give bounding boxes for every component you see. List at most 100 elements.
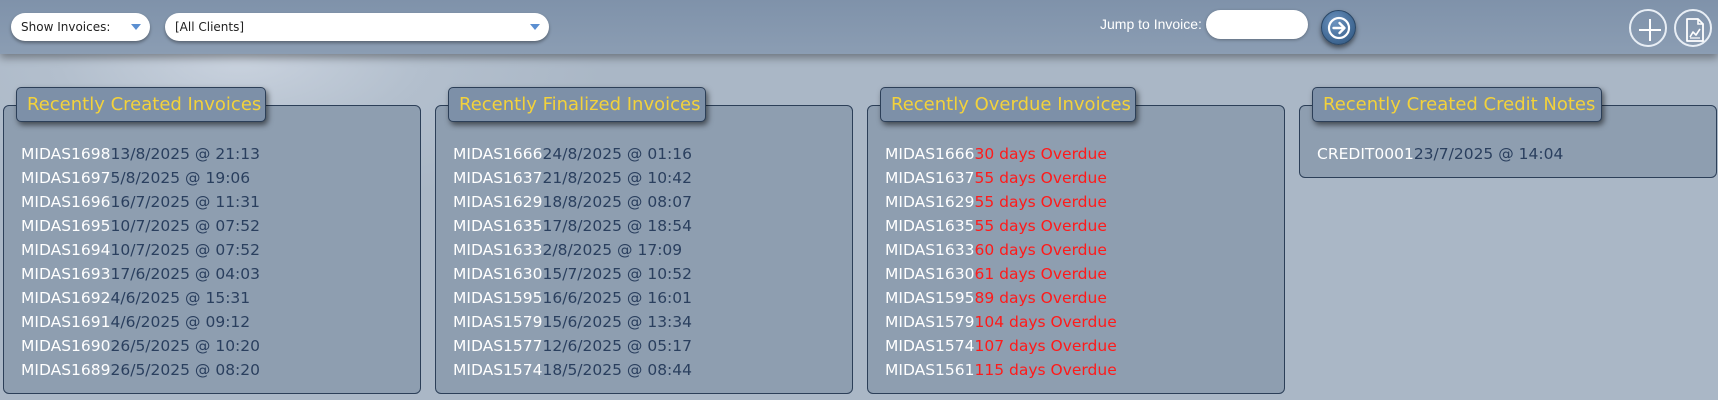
arrow-right-circle-icon xyxy=(1327,16,1351,40)
list-item: MIDAS162955 days Overdue xyxy=(885,190,1117,214)
go-button[interactable] xyxy=(1321,10,1356,45)
invoice-date: 2/8/2025 @ 17:09 xyxy=(542,241,683,259)
list-item: MIDAS1574107 days Overdue xyxy=(885,334,1117,358)
invoice-number-link[interactable]: MIDAS1666 xyxy=(885,145,975,163)
invoice-number-link[interactable]: MIDAS1574 xyxy=(453,361,543,379)
recently-created-credit-notes-list: CREDIT000123/7/2025 @ 14:04 xyxy=(1317,142,1563,166)
invoice-number-link[interactable]: MIDAS1579 xyxy=(885,313,975,331)
invoice-number-link[interactable]: MIDAS1633 xyxy=(453,241,543,259)
invoice-number-link[interactable]: MIDAS1691 xyxy=(21,313,111,331)
recently-overdue-invoices-title: Recently Overdue Invoices xyxy=(880,87,1136,122)
list-item: MIDAS166624/8/2025 @ 01:16 xyxy=(453,142,692,166)
list-item: MIDAS163517/8/2025 @ 18:54 xyxy=(453,214,692,238)
list-item: MIDAS163555 days Overdue xyxy=(885,214,1117,238)
list-item: MIDAS169410/7/2025 @ 07:52 xyxy=(21,238,260,262)
show-invoices-select[interactable]: Show Invoices: xyxy=(11,13,150,41)
invoice-number-link[interactable]: MIDAS1697 xyxy=(21,169,111,187)
invoice-number-link[interactable]: MIDAS1595 xyxy=(885,289,975,307)
invoice-number-link[interactable]: MIDAS1690 xyxy=(21,337,111,355)
list-item: MIDAS162918/8/2025 @ 08:07 xyxy=(453,190,692,214)
top-toolbar: Show Invoices: [All Clients] Jump to Inv… xyxy=(0,0,1718,54)
list-item: MIDAS1579104 days Overdue xyxy=(885,310,1117,334)
list-item: MIDAS169616/7/2025 @ 11:31 xyxy=(21,190,260,214)
invoice-date: 17/8/2025 @ 18:54 xyxy=(542,217,693,235)
jump-to-invoice-label: Jump to Invoice: xyxy=(1100,16,1202,32)
list-item: MIDAS169813/8/2025 @ 21:13 xyxy=(21,142,260,166)
invoice-date: 10/7/2025 @ 07:52 xyxy=(110,217,261,235)
invoice-date: 4/6/2025 @ 09:12 xyxy=(110,313,251,331)
invoice-date: 21/8/2025 @ 10:42 xyxy=(542,169,693,187)
invoice-number-link[interactable]: MIDAS1637 xyxy=(885,169,975,187)
list-item: MIDAS163061 days Overdue xyxy=(885,262,1117,286)
invoice-number-link[interactable]: MIDAS1666 xyxy=(453,145,543,163)
list-item: MIDAS168926/5/2025 @ 08:20 xyxy=(21,358,260,382)
recently-finalized-invoices-title: Recently Finalized Invoices xyxy=(448,87,706,122)
overdue-days: 107 days Overdue xyxy=(974,337,1117,355)
list-item: MIDAS169317/6/2025 @ 04:03 xyxy=(21,262,260,286)
report-button[interactable] xyxy=(1674,9,1712,47)
invoice-number-link[interactable]: MIDAS1635 xyxy=(453,217,543,235)
show-invoices-label: Show Invoices: xyxy=(21,20,111,34)
invoice-number-link[interactable]: MIDAS1630 xyxy=(885,265,975,283)
invoice-date: 16/7/2025 @ 11:31 xyxy=(110,193,261,211)
invoice-number-link[interactable]: MIDAS1635 xyxy=(885,217,975,235)
list-item: MIDAS163721/8/2025 @ 10:42 xyxy=(453,166,692,190)
overdue-days: 55 days Overdue xyxy=(974,193,1107,211)
invoice-date: 18/5/2025 @ 08:44 xyxy=(542,361,693,379)
recently-finalized-invoices-list: MIDAS166624/8/2025 @ 01:16 MIDAS163721/8/… xyxy=(453,142,692,382)
invoice-number-link[interactable]: MIDAS1579 xyxy=(453,313,543,331)
add-invoice-button[interactable] xyxy=(1629,9,1667,47)
list-item: MIDAS163360 days Overdue xyxy=(885,238,1117,262)
recently-finalized-invoices-panel: MIDAS166624/8/2025 @ 01:16 MIDAS163721/8/… xyxy=(435,105,853,394)
invoice-number-link[interactable]: MIDAS1629 xyxy=(453,193,543,211)
invoice-date: 12/6/2025 @ 05:17 xyxy=(542,337,693,355)
invoice-number-link[interactable]: MIDAS1633 xyxy=(885,241,975,259)
invoice-date: 18/8/2025 @ 08:07 xyxy=(542,193,693,211)
list-item: MIDAS159516/6/2025 @ 16:01 xyxy=(453,286,692,310)
list-item: MIDAS157712/6/2025 @ 05:17 xyxy=(453,334,692,358)
list-item: MIDAS157915/6/2025 @ 13:34 xyxy=(453,310,692,334)
list-item: MIDAS169510/7/2025 @ 07:52 xyxy=(21,214,260,238)
invoice-number-link[interactable]: MIDAS1561 xyxy=(885,361,975,379)
overdue-days: 30 days Overdue xyxy=(974,145,1107,163)
invoice-number-link[interactable]: MIDAS1595 xyxy=(453,289,543,307)
invoice-number-link[interactable]: MIDAS1574 xyxy=(885,337,975,355)
list-item: MIDAS169026/5/2025 @ 10:20 xyxy=(21,334,260,358)
list-item: MIDAS163015/7/2025 @ 10:52 xyxy=(453,262,692,286)
client-select[interactable]: [All Clients] xyxy=(165,13,549,41)
overdue-days: 115 days Overdue xyxy=(974,361,1117,379)
invoice-date: 23/7/2025 @ 14:04 xyxy=(1413,145,1564,163)
invoice-date: 15/7/2025 @ 10:52 xyxy=(542,265,693,283)
invoice-number-link[interactable]: MIDAS1577 xyxy=(453,337,543,355)
invoice-number-link[interactable]: MIDAS1629 xyxy=(885,193,975,211)
list-item: MIDAS16924/6/2025 @ 15:31 xyxy=(21,286,260,310)
recently-created-invoices-title: Recently Created Invoices xyxy=(16,87,266,122)
invoice-number-link[interactable]: MIDAS1695 xyxy=(21,217,111,235)
invoice-number-link[interactable]: MIDAS1696 xyxy=(21,193,111,211)
invoice-number-link[interactable]: MIDAS1692 xyxy=(21,289,111,307)
invoice-date: 16/6/2025 @ 16:01 xyxy=(542,289,693,307)
overdue-days: 61 days Overdue xyxy=(974,265,1107,283)
list-item: MIDAS1561115 days Overdue xyxy=(885,358,1117,382)
chevron-down-icon xyxy=(530,24,540,30)
invoice-number-link[interactable]: CREDIT0001 xyxy=(1317,145,1414,163)
overdue-days: 104 days Overdue xyxy=(974,313,1117,331)
invoice-number-link[interactable]: MIDAS1689 xyxy=(21,361,111,379)
invoice-number-link[interactable]: MIDAS1693 xyxy=(21,265,111,283)
invoice-date: 24/8/2025 @ 01:16 xyxy=(542,145,693,163)
invoice-number-link[interactable]: MIDAS1630 xyxy=(453,265,543,283)
overdue-days: 55 days Overdue xyxy=(974,217,1107,235)
list-item: MIDAS16914/6/2025 @ 09:12 xyxy=(21,310,260,334)
invoice-number-link[interactable]: MIDAS1698 xyxy=(21,145,111,163)
plus-icon xyxy=(1639,19,1661,41)
recently-created-credit-notes-title: Recently Created Credit Notes xyxy=(1312,87,1602,122)
invoice-number-link[interactable]: MIDAS1637 xyxy=(453,169,543,187)
jump-to-invoice-input[interactable] xyxy=(1206,10,1308,39)
list-item: MIDAS16975/8/2025 @ 19:06 xyxy=(21,166,260,190)
list-item: MIDAS159589 days Overdue xyxy=(885,286,1117,310)
invoice-date: 13/8/2025 @ 21:13 xyxy=(110,145,261,163)
overdue-days: 60 days Overdue xyxy=(974,241,1107,259)
recently-overdue-invoices-panel: MIDAS166630 days Overdue MIDAS1637 55 days… xyxy=(867,105,1285,394)
list-item: MIDAS16332/8/2025 @ 17:09 xyxy=(453,238,692,262)
invoice-number-link[interactable]: MIDAS1694 xyxy=(21,241,111,259)
